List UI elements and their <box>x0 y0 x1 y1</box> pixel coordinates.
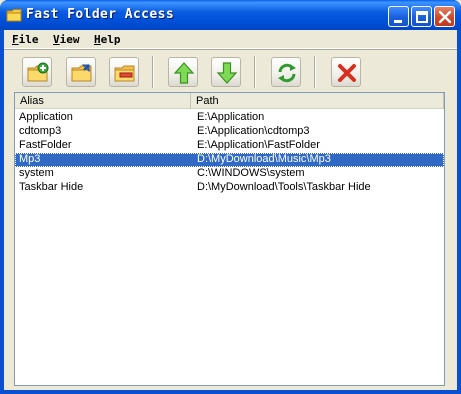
menu-file[interactable]: File <box>12 33 39 46</box>
refresh-button[interactable] <box>271 57 301 87</box>
window-frame-right <box>457 30 461 394</box>
folder-remove-icon <box>114 65 135 82</box>
path-cell: D:\MyDownload\Music\Mp3 <box>197 153 331 165</box>
path-cell: E:\Application\FastFolder <box>197 139 320 151</box>
column-header-path[interactable]: Path <box>191 93 444 109</box>
folder-icon <box>6 8 22 22</box>
menu-file-label: ile <box>18 33 39 46</box>
refresh-icon <box>278 63 296 83</box>
path-cell: D:\MyDownload\Tools\Taskbar Hide <box>197 181 371 193</box>
maximize-button[interactable] <box>411 6 432 27</box>
list-item[interactable]: FastFolder E:\Application\FastFolder <box>15 139 444 153</box>
toolbar-separator <box>152 56 154 88</box>
toolbar-separator <box>314 56 316 88</box>
list-header: Alias Path <box>15 93 444 109</box>
list-item[interactable]: Taskbar Hide D:\MyDownload\Tools\Taskbar… <box>15 181 444 195</box>
window-frame-bottom <box>0 390 461 394</box>
menu-view[interactable]: View <box>53 33 80 46</box>
add-folder-button[interactable] <box>22 57 52 87</box>
minimize-button[interactable] <box>388 6 409 27</box>
alias-cell: system <box>19 167 54 179</box>
move-up-button[interactable] <box>168 57 198 87</box>
menu-help-label: elp <box>100 33 121 46</box>
app-window: Fast Folder Access File View Help Alias … <box>0 0 461 394</box>
path-cell: C:\WINDOWS\system <box>197 167 305 179</box>
path-cell: E:\Application <box>197 111 265 123</box>
menu-help[interactable]: Help <box>94 33 121 46</box>
toolbar <box>4 52 457 92</box>
folder-edit-icon <box>71 64 92 82</box>
title-bar[interactable]: Fast Folder Access <box>0 0 461 30</box>
list-item[interactable]: system C:\WINDOWS\system <box>15 167 444 181</box>
alias-cell: cdtomp3 <box>19 125 62 137</box>
list-item[interactable]: cdtomp3 E:\Application\cdtomp3 <box>15 125 444 139</box>
arrow-down-icon <box>216 62 238 84</box>
close-icon <box>438 10 452 24</box>
column-header-alias[interactable]: Alias <box>15 93 191 109</box>
remove-folder-button[interactable] <box>109 57 139 87</box>
folder-list[interactable]: Alias Path Application E:\Application cd… <box>14 92 445 386</box>
alias-cell: Application <box>19 111 73 123</box>
alias-cell: FastFolder <box>19 139 72 151</box>
list-item[interactable]: Application E:\Application <box>15 111 444 125</box>
move-down-button[interactable] <box>211 57 241 87</box>
arrow-up-icon <box>173 62 195 84</box>
maximize-icon <box>416 11 428 23</box>
red-x-icon <box>338 64 356 82</box>
path-cell: E:\Application\cdtomp3 <box>197 125 310 137</box>
list-item-selected[interactable]: Mp3 D:\MyDownload\Music\Mp3 <box>15 153 444 167</box>
toolbar-separator <box>254 56 256 88</box>
window-title: Fast Folder Access <box>26 7 175 22</box>
menu-view-label: iew <box>59 33 80 46</box>
delete-button[interactable] <box>331 57 361 87</box>
folder-add-icon <box>27 62 49 82</box>
client-area: File View Help Alias Path Application E:… <box>4 30 457 390</box>
edit-folder-button[interactable] <box>66 57 96 87</box>
alias-cell: Taskbar Hide <box>19 181 84 193</box>
menu-bar: File View Help <box>4 30 457 49</box>
close-button[interactable] <box>434 6 455 27</box>
alias-cell: Mp3 <box>19 153 41 165</box>
minimize-icon <box>394 20 402 23</box>
